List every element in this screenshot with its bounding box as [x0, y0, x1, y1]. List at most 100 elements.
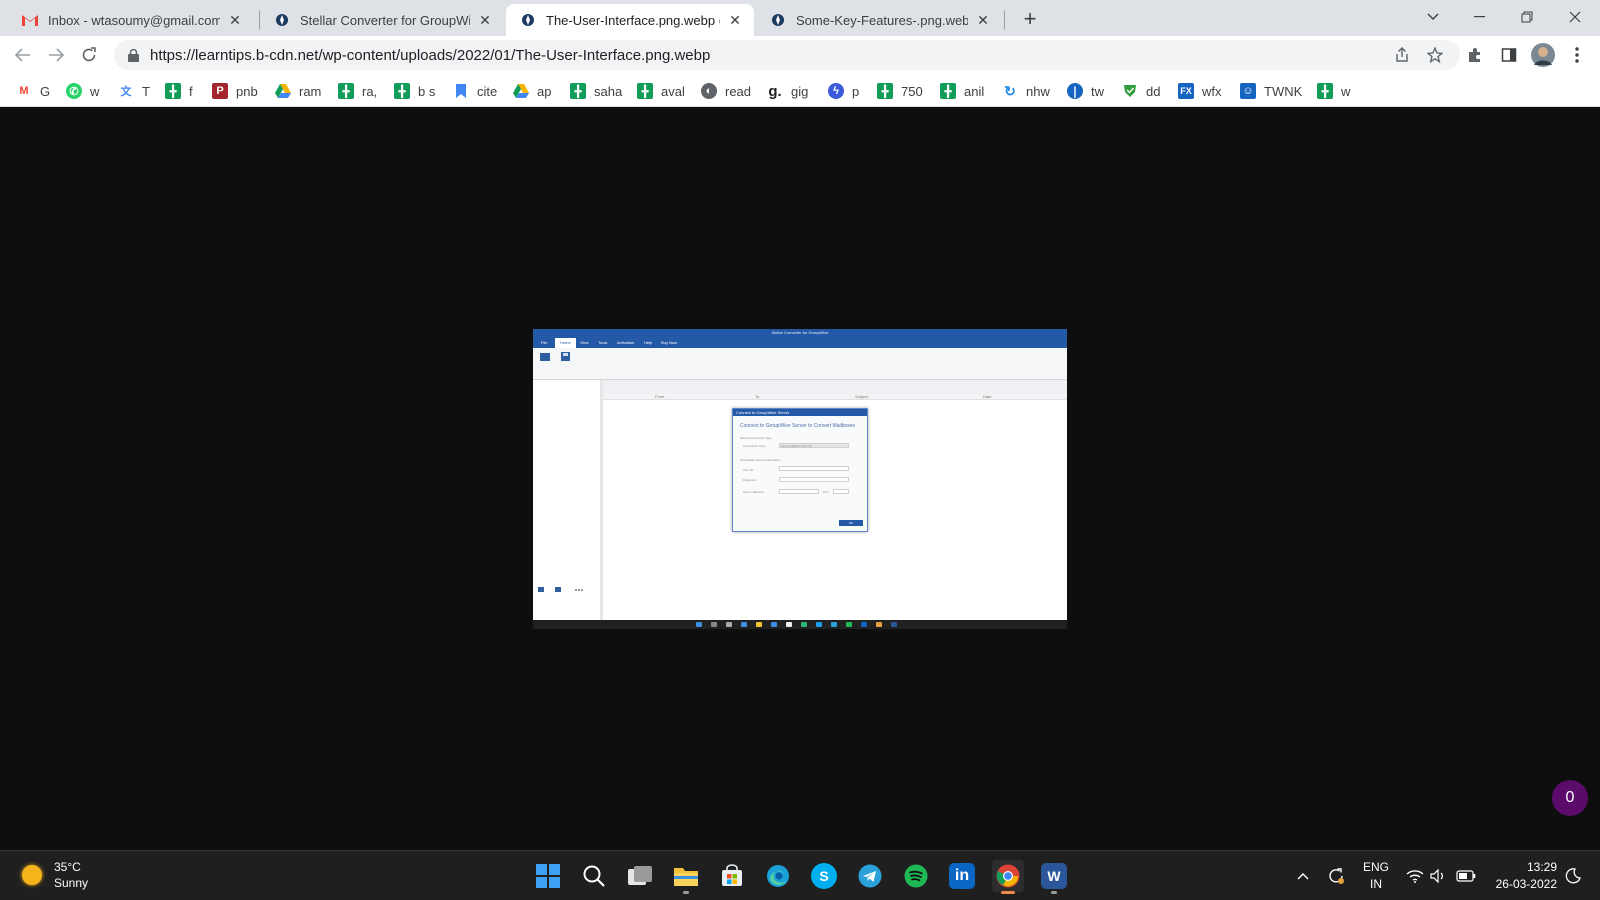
bookmark-item[interactable]: MG [16, 80, 50, 102]
star-icon[interactable] [1421, 41, 1449, 69]
side-panel-icon[interactable] [1495, 41, 1523, 69]
bookmark-label: ra, [362, 83, 378, 99]
bookmark-icon [453, 83, 469, 99]
translate-icon: 文 [120, 86, 132, 98]
bookmark-item[interactable]: ╋ w [1317, 80, 1350, 102]
bookmark-item[interactable]: 文T [118, 80, 150, 102]
bookmark-item[interactable]: g. gig [767, 80, 808, 102]
bookmark-item[interactable]: ╋ aval [637, 80, 685, 102]
volume-icon[interactable] [1428, 851, 1450, 900]
telegram-button[interactable] [854, 860, 886, 892]
column-label: From [655, 394, 665, 399]
wifi-icon[interactable] [1404, 851, 1426, 900]
clock[interactable]: 13:29 26-03-2022 [1485, 859, 1557, 893]
linkedin-icon: in [949, 863, 975, 889]
menu-item: View [580, 340, 589, 345]
close-icon[interactable]: ✕ [226, 11, 244, 29]
sync-icon[interactable] [1324, 851, 1348, 900]
bookmark-item[interactable]: Ppnb [212, 80, 258, 102]
notification-badge[interactable]: 0 [1552, 780, 1588, 816]
bookmark-item[interactable]: ╋ b s [394, 80, 435, 102]
share-icon[interactable] [1388, 41, 1416, 69]
ribbon-icons [540, 352, 570, 361]
bookmark-item[interactable]: ╋ saha [570, 80, 622, 102]
sun-icon [22, 865, 42, 885]
forward-button[interactable] [43, 43, 69, 67]
chrome-button[interactable] [992, 860, 1024, 894]
store-button[interactable] [716, 860, 748, 892]
bookmark-label: anil [964, 83, 985, 99]
close-icon[interactable]: ✕ [476, 11, 494, 29]
reload-button[interactable] [76, 43, 102, 67]
bookmark-item[interactable]: ╋ f [165, 80, 193, 102]
tab-stellar-converter[interactable]: Stellar Converter for GroupWise – ✕ [260, 4, 504, 36]
minimize-button[interactable] [1456, 0, 1502, 34]
gmail-icon: M [19, 85, 29, 97]
bookmark-label: w [90, 83, 100, 99]
region-label: IN [1370, 877, 1382, 891]
address-bar[interactable]: https://learntips.b-cdn.net/wp-content/u… [114, 40, 1460, 70]
profile-avatar[interactable] [1529, 41, 1557, 69]
bookmark-item[interactable]: ╋ anil [940, 80, 984, 102]
whatsapp-icon: ✆ [66, 83, 82, 99]
bookmark-item[interactable]: ☺ TWNK [1240, 80, 1302, 102]
spotify-button[interactable] [900, 860, 932, 892]
bookmark-item[interactable]: ap [513, 80, 551, 102]
bookmark-item[interactable]: ❘ tw [1067, 80, 1104, 102]
skype-button[interactable]: S [808, 860, 840, 892]
bookmark-label: aval [661, 83, 685, 99]
app-menubar: File Home View Tools Activation Help Buy… [533, 338, 1067, 348]
task-view-button[interactable] [624, 860, 656, 892]
close-icon[interactable]: ✕ [726, 11, 744, 29]
bookmark-label: ap [537, 83, 552, 99]
bookmark-item[interactable]: cite [453, 80, 497, 102]
language-indicator[interactable]: ENG IN [1363, 859, 1389, 893]
close-icon[interactable]: ✕ [974, 11, 992, 29]
displayed-image[interactable]: Stellar Converter for GroupWise File Hom… [533, 329, 1067, 629]
back-button[interactable] [10, 43, 36, 67]
lock-icon[interactable] [126, 48, 140, 62]
bookmark-item[interactable]: ╋ ra, [338, 80, 377, 102]
tab-user-interface-image[interactable]: The-User-Interface.png.webp (51 ✕ [506, 4, 754, 36]
sheets-icon: ╋ [165, 83, 181, 99]
edge-button[interactable] [762, 860, 794, 892]
bookmark-item[interactable]: dd [1122, 80, 1160, 102]
new-tab-button[interactable]: + [1017, 6, 1043, 32]
windows-icon [536, 864, 560, 888]
bookmark-item[interactable]: ✆ w [66, 80, 99, 102]
restore-button[interactable] [1504, 0, 1550, 34]
dialog-header: Connect to GroupWise Server [733, 409, 867, 416]
bookmark-item[interactable]: ϟp [828, 80, 859, 102]
menu-kebab-icon[interactable] [1563, 41, 1591, 69]
start-button[interactable] [532, 860, 564, 892]
bookmark-item[interactable]: ◐ read [701, 80, 751, 102]
language-label: ENG [1363, 860, 1390, 874]
bookmark-label: read [725, 83, 752, 99]
tab-gmail-inbox[interactable]: Inbox - wtasoumy@gmail.com - G ✕ [8, 4, 254, 36]
url-text[interactable]: https://learntips.b-cdn.net/wp-content/u… [150, 47, 710, 64]
clock-time: 13:29 [1526, 860, 1557, 874]
bookmark-label: T [142, 83, 150, 99]
window-close-button[interactable] [1552, 0, 1598, 34]
bookmark-item[interactable]: ↻ nhw [1002, 80, 1050, 102]
chevron-up-icon[interactable] [1292, 851, 1314, 900]
bookmark-item[interactable]: FX wfx [1178, 80, 1222, 102]
edge-icon [767, 865, 789, 887]
battery-icon[interactable] [1454, 851, 1478, 900]
tab-key-features-image[interactable]: Some-Key-Features-.png.webp (5 ✕ [756, 4, 1002, 36]
file-explorer-button[interactable] [670, 860, 702, 894]
sheets-icon: ╋ [570, 83, 586, 99]
weather-widget[interactable]: 35°C Sunny [22, 859, 88, 891]
sheets-icon: ╋ [394, 83, 410, 99]
extensions-icon[interactable] [1461, 41, 1489, 69]
sheets-icon: ╋ [940, 83, 956, 99]
bookmark-label: b s [418, 83, 436, 99]
tab-search-icon[interactable] [1410, 0, 1456, 34]
bookmark-item[interactable]: ram [275, 80, 321, 102]
bookmark-item[interactable]: ╋ 750 [877, 80, 923, 102]
search-button[interactable] [578, 860, 610, 892]
bookmark-label: 750 [901, 83, 923, 99]
linkedin-button[interactable]: in [946, 860, 978, 892]
word-button[interactable]: W [1038, 860, 1070, 894]
focus-assist-icon[interactable] [1562, 851, 1584, 900]
